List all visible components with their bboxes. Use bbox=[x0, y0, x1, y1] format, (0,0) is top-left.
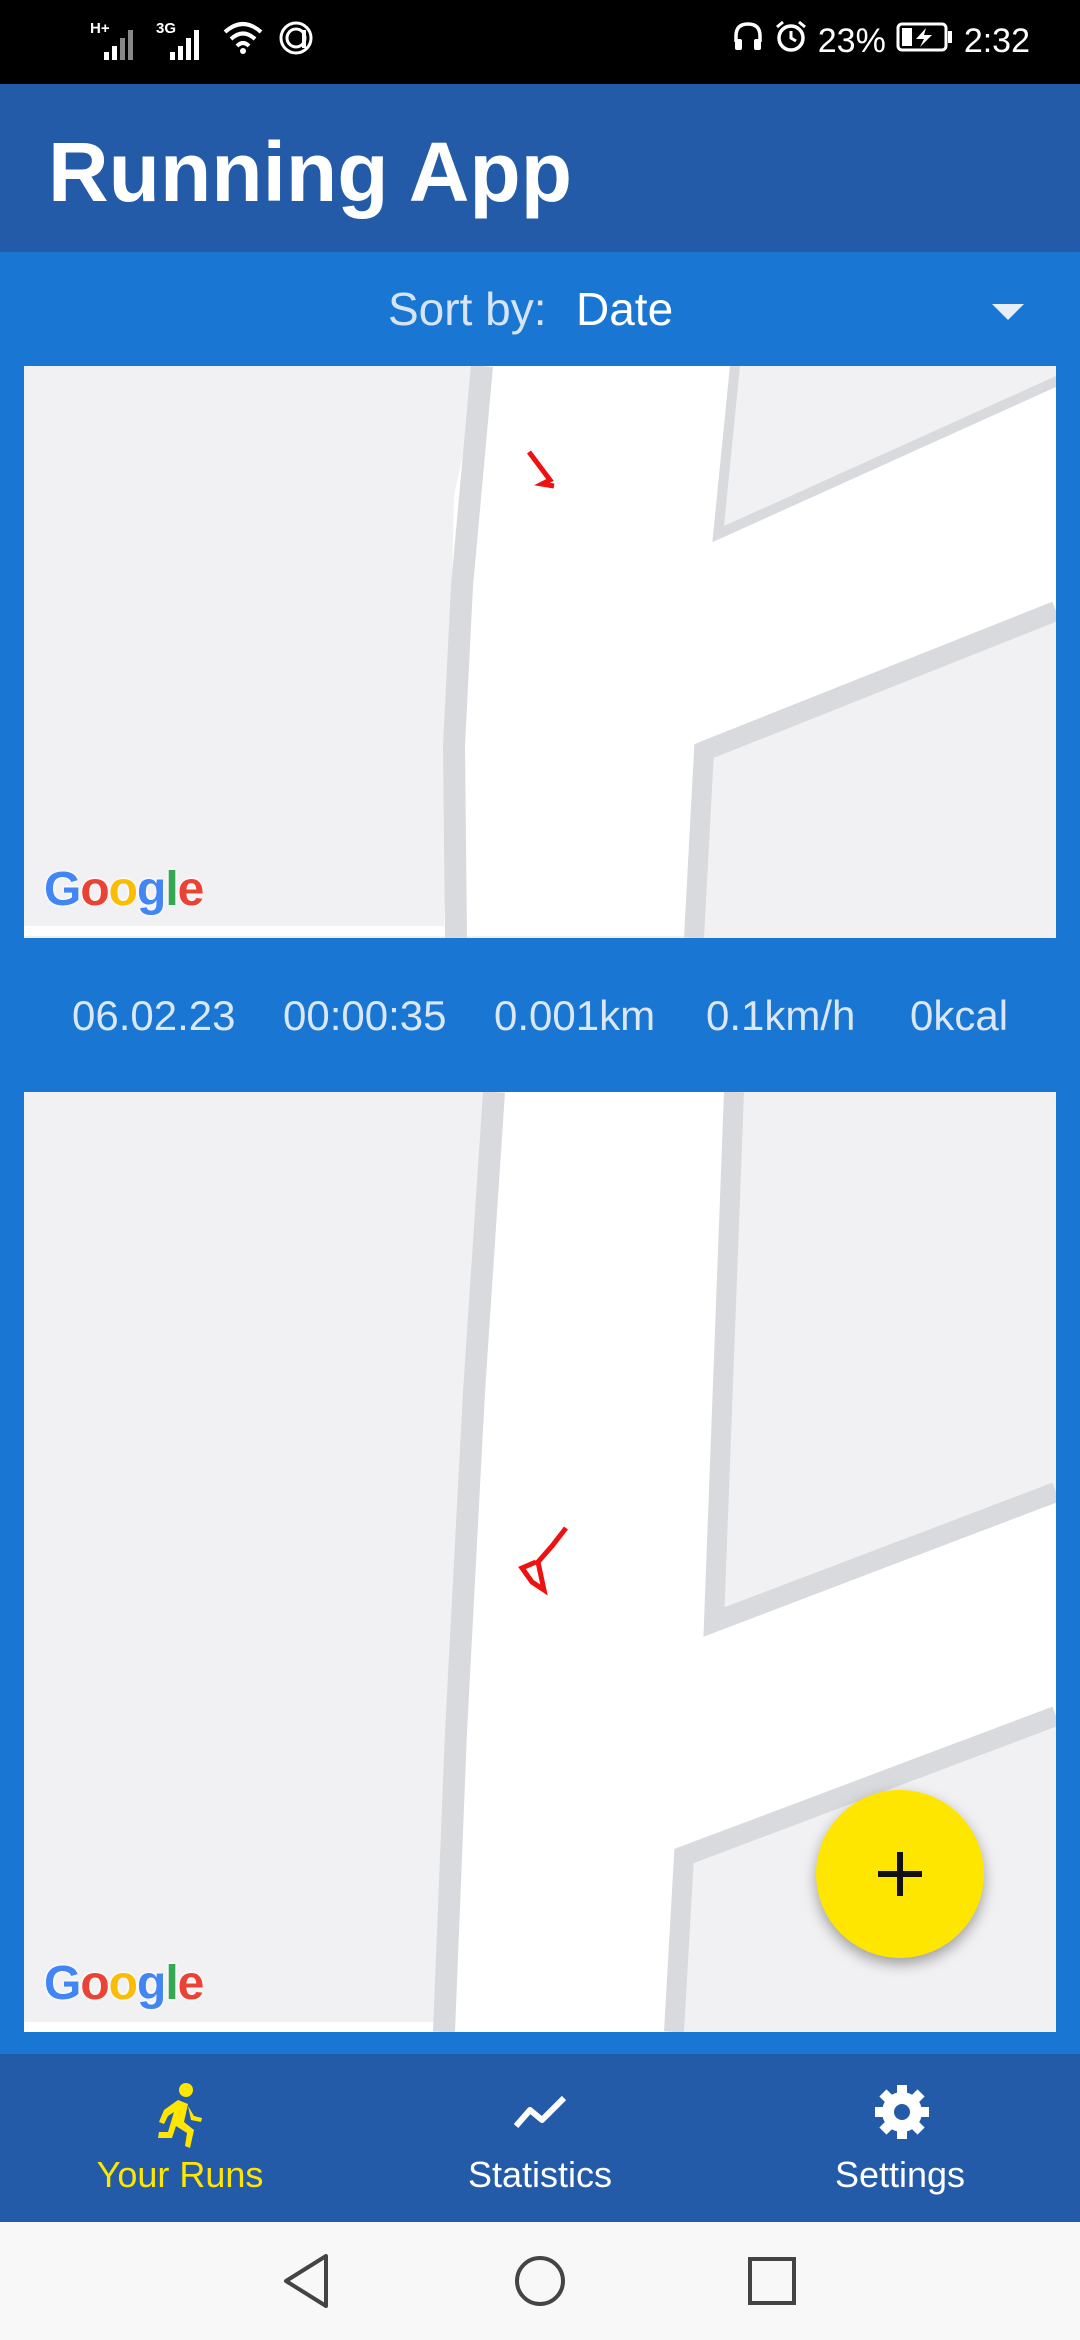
status-right: 23% 2:32 bbox=[732, 18, 1030, 64]
clock-time: 2:32 bbox=[963, 21, 1030, 60]
nav-label-statistics: Statistics bbox=[467, 2154, 613, 2195]
sort-label: Sort by: bbox=[388, 283, 547, 335]
battery-percent: 23% bbox=[817, 21, 886, 60]
recents-icon[interactable] bbox=[744, 2252, 800, 2310]
app-bar: Running App bbox=[0, 84, 1080, 252]
headphones-icon bbox=[732, 20, 764, 63]
run-stats-row[interactable]: 06.02.23 00:00:35 0.001km 0.1km/h 0kcal bbox=[0, 946, 1080, 1092]
home-icon[interactable] bbox=[512, 2252, 568, 2310]
google-logo: Google bbox=[44, 1957, 204, 2010]
sort-dropdown[interactable]: Sort by: Date bbox=[0, 252, 1080, 362]
add-run-button[interactable] bbox=[816, 1790, 984, 1958]
signal-icon: 3G bbox=[156, 20, 208, 62]
dropdown-arrow-icon[interactable] bbox=[992, 304, 1024, 320]
trending-up-icon bbox=[514, 2095, 566, 2128]
data-icon bbox=[278, 20, 314, 65]
run-map-1[interactable]: Google bbox=[24, 366, 1056, 938]
run-distance: 0.001km bbox=[494, 992, 656, 1039]
nav-label-your-runs: Your Runs bbox=[96, 2154, 264, 2195]
nav-item-statistics[interactable]: Statistics bbox=[360, 2054, 720, 2222]
app-title: Running App bbox=[48, 125, 573, 219]
sort-selected-value[interactable]: Date bbox=[576, 282, 673, 336]
battery-charging-icon bbox=[896, 22, 954, 61]
status-left: H+ 3G bbox=[90, 20, 314, 64]
bottom-nav: Your Runs Statistics Settings bbox=[0, 2054, 1080, 2222]
nav-item-your-runs[interactable]: Your Runs bbox=[0, 2054, 360, 2222]
status-bar: H+ 3G 23% 2:32 bbox=[0, 0, 1080, 84]
wifi-icon bbox=[222, 20, 264, 65]
map-roads bbox=[24, 366, 1056, 938]
back-icon[interactable] bbox=[280, 2252, 336, 2310]
run-date: 06.02.23 bbox=[72, 992, 236, 1039]
alarm-icon bbox=[774, 20, 808, 63]
run-speed: 0.1km/h bbox=[706, 992, 856, 1039]
gear-icon bbox=[875, 2085, 929, 2139]
google-logo: Google bbox=[44, 863, 204, 916]
runner-icon bbox=[158, 2083, 202, 2148]
system-nav-bar bbox=[0, 2222, 1080, 2340]
signal-icon: H+ bbox=[90, 20, 142, 62]
nav-item-settings[interactable]: Settings bbox=[720, 2054, 1080, 2222]
nav-label-settings: Settings bbox=[834, 2154, 966, 2195]
run-calories: 0kcal bbox=[910, 992, 1009, 1039]
run-duration: 00:00:35 bbox=[283, 992, 447, 1039]
